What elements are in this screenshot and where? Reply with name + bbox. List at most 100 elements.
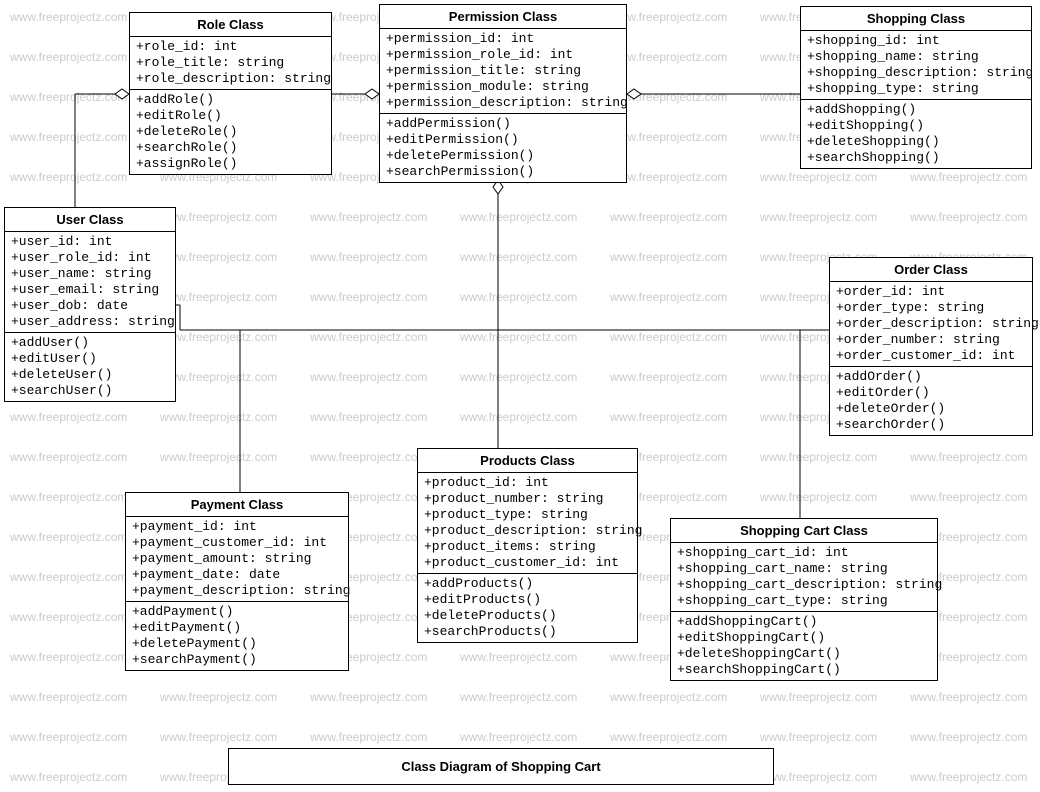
class-user: User Class +user_id: int+user_role_id: i… bbox=[4, 207, 176, 402]
class-member: +payment_date: date bbox=[132, 567, 342, 583]
class-member: +deletePayment() bbox=[132, 636, 342, 652]
class-member: +editPayment() bbox=[132, 620, 342, 636]
class-member: +addProducts() bbox=[424, 576, 631, 592]
class-member: +product_type: string bbox=[424, 507, 631, 523]
class-member: +addPayment() bbox=[132, 604, 342, 620]
attrs: +order_id: int+order_type: string+order_… bbox=[830, 282, 1032, 367]
class-member: +searchUser() bbox=[11, 383, 169, 399]
class-member: +searchProducts() bbox=[424, 624, 631, 640]
class-member: +shopping_type: string bbox=[807, 81, 1025, 97]
class-member: +order_number: string bbox=[836, 332, 1026, 348]
attrs: +shopping_id: int+shopping_name: string+… bbox=[801, 31, 1031, 100]
class-payment: Payment Class +payment_id: int+payment_c… bbox=[125, 492, 349, 671]
class-member: +addShopping() bbox=[807, 102, 1025, 118]
ops: +addRole()+editRole()+deleteRole()+searc… bbox=[130, 90, 331, 174]
class-member: +payment_customer_id: int bbox=[132, 535, 342, 551]
class-member: +shopping_id: int bbox=[807, 33, 1025, 49]
class-member: +product_customer_id: int bbox=[424, 555, 631, 571]
ops: +addShoppingCart()+editShoppingCart()+de… bbox=[671, 612, 937, 680]
class-member: +payment_id: int bbox=[132, 519, 342, 535]
class-member: +role_description: string bbox=[136, 71, 325, 87]
class-title: Permission Class bbox=[380, 5, 626, 29]
class-member: +deleteRole() bbox=[136, 124, 325, 140]
class-member: +addShoppingCart() bbox=[677, 614, 931, 630]
class-member: +searchPermission() bbox=[386, 164, 620, 180]
class-member: +order_type: string bbox=[836, 300, 1026, 316]
class-title: Order Class bbox=[830, 258, 1032, 282]
class-title: Shopping Class bbox=[801, 7, 1031, 31]
class-shopping: Shopping Class +shopping_id: int+shoppin… bbox=[800, 6, 1032, 169]
ops: +addUser()+editUser()+deleteUser()+searc… bbox=[5, 333, 175, 401]
class-member: +deleteShopping() bbox=[807, 134, 1025, 150]
class-member: +product_description: string bbox=[424, 523, 631, 539]
class-member: +role_id: int bbox=[136, 39, 325, 55]
class-member: +user_email: string bbox=[11, 282, 169, 298]
class-member: +permission_module: string bbox=[386, 79, 620, 95]
class-member: +shopping_name: string bbox=[807, 49, 1025, 65]
diagram-caption: Class Diagram of Shopping Cart bbox=[228, 748, 774, 785]
class-member: +addUser() bbox=[11, 335, 169, 351]
class-member: +role_title: string bbox=[136, 55, 325, 71]
class-title: Role Class bbox=[130, 13, 331, 37]
class-member: +editRole() bbox=[136, 108, 325, 124]
class-order: Order Class +order_id: int+order_type: s… bbox=[829, 257, 1033, 436]
class-member: +searchOrder() bbox=[836, 417, 1026, 433]
class-member: +deleteProducts() bbox=[424, 608, 631, 624]
class-member: +shopping_cart_type: string bbox=[677, 593, 931, 609]
class-title: Shopping Cart Class bbox=[671, 519, 937, 543]
class-member: +assignRole() bbox=[136, 156, 325, 172]
class-member: +addRole() bbox=[136, 92, 325, 108]
class-member: +shopping_cart_name: string bbox=[677, 561, 931, 577]
class-member: +order_customer_id: int bbox=[836, 348, 1026, 364]
caption-text: Class Diagram of Shopping Cart bbox=[401, 759, 600, 774]
attrs: +product_id: int+product_number: string+… bbox=[418, 473, 637, 574]
class-member: +product_id: int bbox=[424, 475, 631, 491]
class-member: +deletePermission() bbox=[386, 148, 620, 164]
class-products: Products Class +product_id: int+product_… bbox=[417, 448, 638, 643]
class-member: +permission_id: int bbox=[386, 31, 620, 47]
class-member: +permission_description: string bbox=[386, 95, 620, 111]
class-member: +permission_role_id: int bbox=[386, 47, 620, 63]
ops: +addPermission()+editPermission()+delete… bbox=[380, 114, 626, 182]
class-member: +deleteOrder() bbox=[836, 401, 1026, 417]
class-member: +product_items: string bbox=[424, 539, 631, 555]
class-member: +searchShopping() bbox=[807, 150, 1025, 166]
class-member: +user_role_id: int bbox=[11, 250, 169, 266]
class-member: +searchRole() bbox=[136, 140, 325, 156]
ops: +addShopping()+editShopping()+deleteShop… bbox=[801, 100, 1031, 168]
attrs: +role_id: int+role_title: string+role_de… bbox=[130, 37, 331, 90]
class-member: +user_id: int bbox=[11, 234, 169, 250]
class-title: Products Class bbox=[418, 449, 637, 473]
class-member: +editOrder() bbox=[836, 385, 1026, 401]
class-cart: Shopping Cart Class +shopping_cart_id: i… bbox=[670, 518, 938, 681]
class-member: +payment_description: string bbox=[132, 583, 342, 599]
ops: +addProducts()+editProducts()+deleteProd… bbox=[418, 574, 637, 642]
class-member: +order_id: int bbox=[836, 284, 1026, 300]
class-member: +addPermission() bbox=[386, 116, 620, 132]
attrs: +shopping_cart_id: int+shopping_cart_nam… bbox=[671, 543, 937, 612]
class-member: +editUser() bbox=[11, 351, 169, 367]
attrs: +permission_id: int+permission_role_id: … bbox=[380, 29, 626, 114]
class-member: +shopping_description: string bbox=[807, 65, 1025, 81]
class-member: +deleteUser() bbox=[11, 367, 169, 383]
class-role: Role Class +role_id: int+role_title: str… bbox=[129, 12, 332, 175]
class-member: +user_dob: date bbox=[11, 298, 169, 314]
class-member: +shopping_cart_id: int bbox=[677, 545, 931, 561]
class-title: User Class bbox=[5, 208, 175, 232]
class-member: +payment_amount: string bbox=[132, 551, 342, 567]
ops: +addOrder()+editOrder()+deleteOrder()+se… bbox=[830, 367, 1032, 435]
class-member: +addOrder() bbox=[836, 369, 1026, 385]
class-member: +searchShoppingCart() bbox=[677, 662, 931, 678]
attrs: +payment_id: int+payment_customer_id: in… bbox=[126, 517, 348, 602]
class-permission: Permission Class +permission_id: int+per… bbox=[379, 4, 627, 183]
class-member: +searchPayment() bbox=[132, 652, 342, 668]
class-member: +product_number: string bbox=[424, 491, 631, 507]
class-member: +editShopping() bbox=[807, 118, 1025, 134]
class-member: +user_name: string bbox=[11, 266, 169, 282]
class-member: +editPermission() bbox=[386, 132, 620, 148]
class-member: +order_description: string bbox=[836, 316, 1026, 332]
attrs: +user_id: int+user_role_id: int+user_nam… bbox=[5, 232, 175, 333]
class-member: +shopping_cart_description: string bbox=[677, 577, 931, 593]
ops: +addPayment()+editPayment()+deletePaymen… bbox=[126, 602, 348, 670]
class-member: +deleteShoppingCart() bbox=[677, 646, 931, 662]
